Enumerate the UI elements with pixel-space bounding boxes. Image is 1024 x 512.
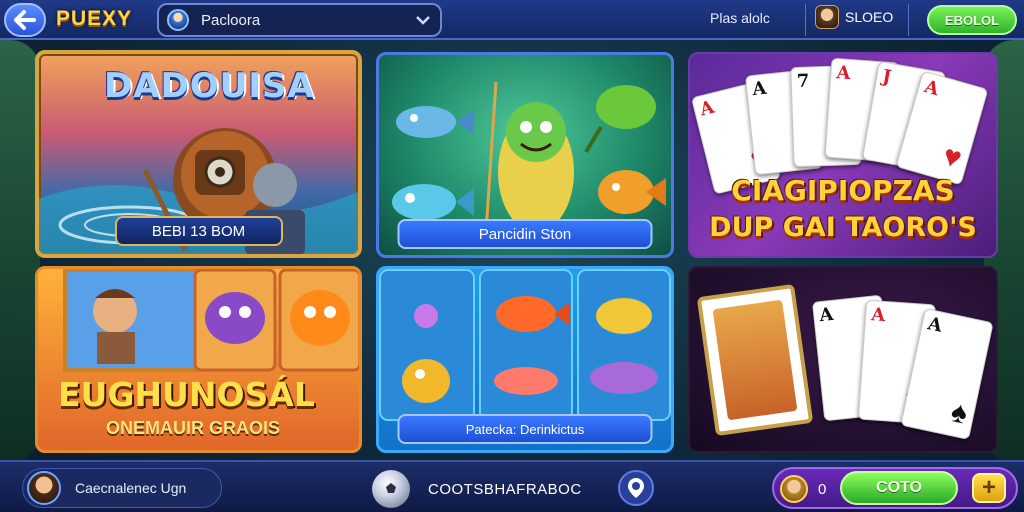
- game-card-ocean[interactable]: Patecka: Derinkictus: [376, 266, 674, 453]
- card-suit: ♠: [947, 395, 971, 431]
- game-card-dadouisa[interactable]: DADOUISA BEBI 13 BOM: [35, 50, 362, 258]
- game-subtitle: DUP GAI TAORO'S: [709, 212, 977, 243]
- card-suit: ♥: [939, 139, 966, 176]
- location-pin-icon[interactable]: [618, 470, 654, 506]
- card-rank: J: [880, 65, 893, 88]
- avatar: [27, 471, 61, 505]
- divider: [805, 4, 806, 36]
- profile-name: SLOEO: [845, 9, 894, 25]
- game-card-slots[interactable]: EUGHUNOSÁL ONEMAUIR GRAOIS: [35, 266, 362, 453]
- user-name: Caecnalenec Ugn: [75, 480, 187, 496]
- game-card-poker[interactable]: A♥A♠7♠A♥J♥A♥ CIAGIPIOPZAS DUP GAI TAORO'…: [688, 52, 998, 258]
- jack-card: [696, 283, 814, 437]
- avatar: [815, 5, 839, 29]
- divider: [908, 4, 909, 36]
- back-button[interactable]: [4, 3, 46, 37]
- card-rank: A: [921, 76, 942, 101]
- game-title: DADOUISA: [104, 66, 315, 106]
- add-coins-button[interactable]: +: [972, 473, 1006, 503]
- card-rank: A: [925, 313, 944, 337]
- game-title: EUGHUNOSÁL: [58, 375, 315, 414]
- card-rank: A: [835, 62, 852, 85]
- coin-pill: 0 COTO +: [772, 467, 1018, 509]
- card-rank: A: [870, 304, 886, 327]
- game-banner: BEBI 13 BOM: [114, 216, 283, 246]
- card-rank: A: [697, 96, 717, 121]
- game-subtitle: ONEMAUIR GRAOIS: [106, 418, 281, 438]
- profile-chip[interactable]: SLOEO: [815, 5, 893, 29]
- jungle-decoration-left: [0, 40, 40, 462]
- soccer-ball-icon: [372, 470, 410, 508]
- coin-button[interactable]: COTO: [840, 471, 958, 505]
- center-item[interactable]: COOTSBHAFRABOC: [372, 470, 582, 508]
- avatar: [780, 475, 808, 503]
- game-title: CIAGIPIOPZAS: [731, 174, 955, 207]
- arrow-left-icon: [14, 10, 36, 30]
- search-dropdown[interactable]: Pacloora: [157, 3, 442, 37]
- coin-count: 0: [818, 481, 827, 498]
- top-link[interactable]: Plas alolc: [710, 10, 770, 26]
- card-rank: A: [751, 77, 768, 101]
- game-banner: Pancidin Ston: [397, 219, 653, 249]
- search-avatar-icon: [167, 9, 189, 31]
- center-label: COOTSBHAFRABOC: [428, 480, 582, 498]
- card-rank: A: [818, 303, 835, 327]
- chevron-down-icon: [416, 16, 430, 25]
- app-logo: PUEXY: [56, 7, 133, 30]
- user-chip[interactable]: Caecnalenec Ugn: [22, 468, 222, 508]
- top-bar: PUEXY Pacloora Plas alolc SLOEO EBOLOL: [0, 0, 1024, 40]
- card-rank: 7: [796, 70, 810, 92]
- search-value: Pacloora: [201, 11, 261, 29]
- game-banner: Patecka: Derinkictus: [397, 414, 653, 444]
- game-card-fishing[interactable]: Pancidin Ston: [376, 52, 674, 258]
- bottom-bar: Caecnalenec Ugn COOTSBHAFRABOC 0 COTO +: [0, 460, 1024, 512]
- game-card-cards[interactable]: A♠A♥A♠: [688, 266, 998, 453]
- play-button[interactable]: EBOLOL: [927, 5, 1017, 35]
